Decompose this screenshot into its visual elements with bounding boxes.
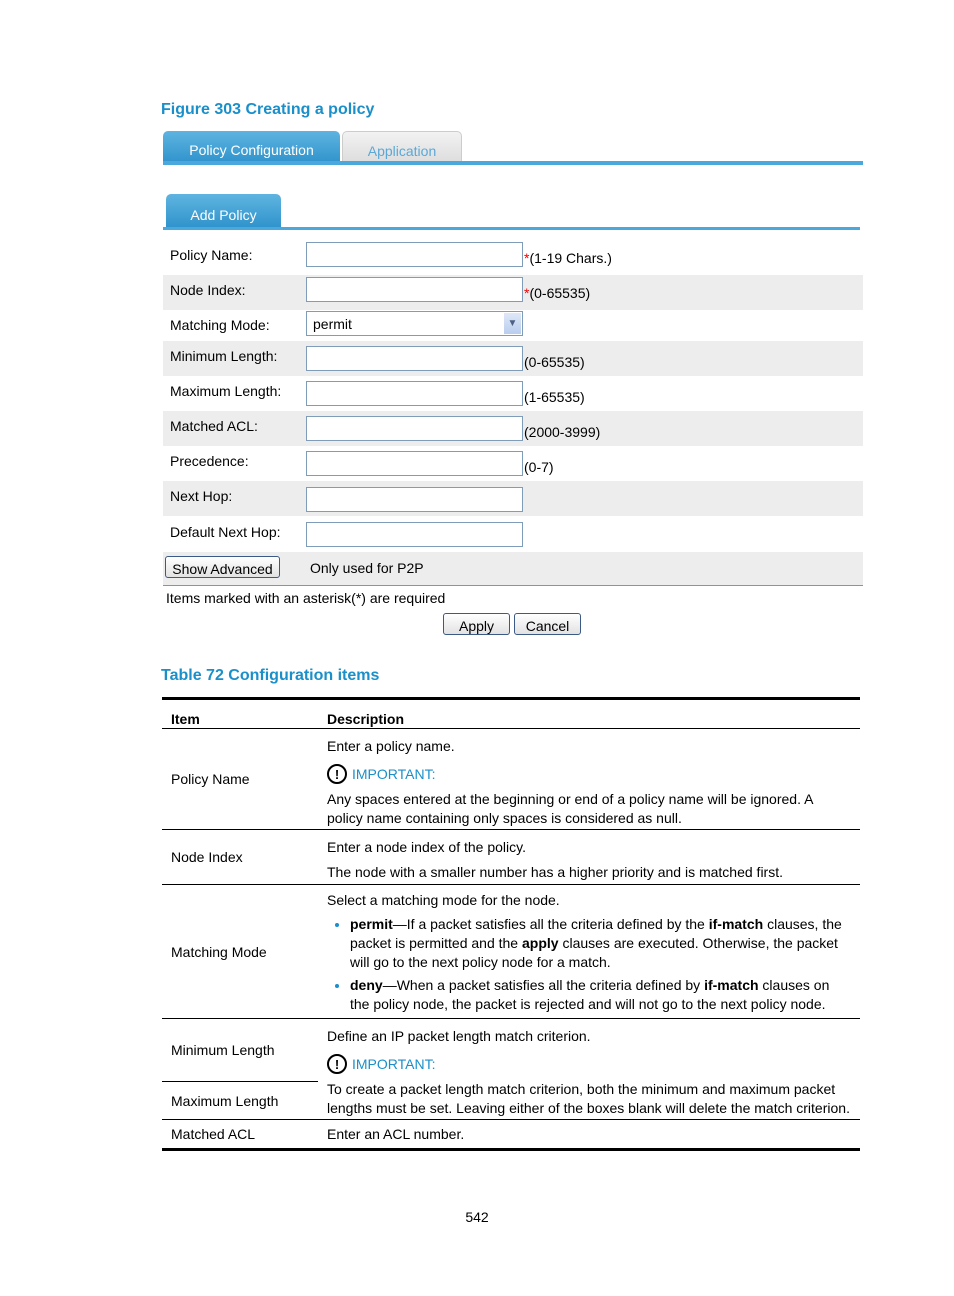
description-cell: Select a matching mode for the node. per… <box>318 884 860 1019</box>
field-hint: (1-65535) <box>524 389 585 405</box>
maximum-length-input[interactable] <box>306 381 523 406</box>
p2p-note: Only used for P2P <box>310 560 424 576</box>
figure-caption: Figure 303 Creating a policy <box>161 101 375 118</box>
document-page: Figure 303 Creating a policy Policy Conf… <box>0 0 954 1296</box>
table-row: Policy Name Enter a policy name. ! IMPORT… <box>162 728 860 830</box>
subtab-add-policy[interactable]: Add Policy <box>166 194 281 228</box>
field-label: Minimum Length: <box>170 348 278 364</box>
field-label: Matching Mode: <box>170 317 270 333</box>
field-hint: *(0-65535) <box>524 285 591 301</box>
cancel-button[interactable]: Cancel <box>514 613 581 635</box>
form-row-policy-name: Policy Name: *(1-19 Chars.) <box>163 240 863 275</box>
item-cell: Node Index <box>162 829 318 885</box>
field-hint: (0-65535) <box>524 354 585 370</box>
description-cell: Define an IP packet length match criteri… <box>318 1018 860 1120</box>
tab-policy-configuration[interactable]: Policy Configuration <box>163 131 340 163</box>
field-label: Precedence: <box>170 453 249 469</box>
matched-acl-input[interactable] <box>306 416 523 441</box>
field-label: Next Hop: <box>170 488 233 504</box>
item-cell: Minimum Length <box>162 1018 318 1082</box>
table-row: Minimum Length Define an IP packet lengt… <box>162 1018 860 1120</box>
item-cell: Matching Mode <box>162 884 318 1019</box>
required-note: Items marked with an asterisk(*) are req… <box>166 590 446 606</box>
field-label: Policy Name: <box>170 247 253 263</box>
field-label: Maximum Length: <box>170 383 282 399</box>
matching-mode-select[interactable]: permit ▼ <box>306 311 523 336</box>
item-cell: Maximum Length <box>162 1081 318 1120</box>
table-header-row: Item Description <box>162 697 860 729</box>
field-hint: (0-7) <box>524 459 554 475</box>
tab-application[interactable]: Application <box>342 131 462 164</box>
show-advanced-button[interactable]: Show Advanced <box>165 556 280 578</box>
form-row-minimum-length: Minimum Length: (0-65535) <box>163 341 863 376</box>
column-header-description: Description <box>318 697 860 729</box>
field-hint: (2000-3999) <box>524 424 601 440</box>
table-row: Matching Mode Select a matching mode for… <box>162 884 860 1019</box>
form-row-default-next-hop: Default Next Hop: <box>163 517 863 552</box>
tab-underline <box>163 161 863 165</box>
item-cell: Policy Name <box>162 728 318 830</box>
important-note: ! IMPORTANT: <box>327 764 851 784</box>
field-label: Node Index: <box>170 282 246 298</box>
precedence-input[interactable] <box>306 451 523 476</box>
minimum-length-input[interactable] <box>306 346 523 371</box>
field-label: Matched ACL: <box>170 418 258 434</box>
default-next-hop-input[interactable] <box>306 522 523 547</box>
description-cell: Enter a node index of the policy. The no… <box>318 829 860 885</box>
column-header-item: Item <box>162 697 318 729</box>
form-row-matching-mode: Matching Mode: permit ▼ <box>163 306 863 341</box>
table-row: Matched ACL Enter an ACL number. <box>162 1119 860 1151</box>
chevron-down-icon[interactable]: ▼ <box>504 313 521 334</box>
form-row-precedence: Precedence: (0-7) <box>163 446 863 481</box>
configuration-items-table: Item Description Policy Name Enter a pol… <box>162 697 860 1151</box>
description-cell: Enter a policy name. ! IMPORTANT: Any spa… <box>318 728 860 830</box>
field-hint: *(1-19 Chars.) <box>524 250 612 266</box>
table-row: Node Index Enter a node index of the pol… <box>162 829 860 885</box>
list-item: deny—When a packet satisfies all the cri… <box>350 976 851 1014</box>
subtab-underline <box>163 227 860 230</box>
policy-name-input[interactable] <box>306 242 523 267</box>
page-number: 542 <box>465 1209 489 1225</box>
form-row-matched-acl: Matched ACL: (2000-3999) <box>163 411 863 446</box>
node-index-input[interactable] <box>306 277 523 302</box>
form-row-maximum-length: Maximum Length: (1-65535) <box>163 376 863 411</box>
next-hop-input[interactable] <box>306 487 523 512</box>
exclamation-icon: ! <box>327 1054 347 1074</box>
form-row-next-hop: Next Hop: <box>163 481 863 516</box>
field-label: Default Next Hop: <box>170 524 281 540</box>
apply-button[interactable]: Apply <box>443 613 510 635</box>
form-row-node-index: Node Index: *(0-65535) <box>163 275 863 310</box>
description-cell: Enter an ACL number. <box>318 1119 860 1151</box>
table-caption: Table 72 Configuration items <box>161 667 380 684</box>
important-note: ! IMPORTANT: <box>327 1054 851 1074</box>
form-row-advanced: Show Advanced Only used for P2P <box>163 552 863 586</box>
item-cell: Matched ACL <box>162 1119 318 1151</box>
list-item: permit—If a packet satisfies all the cri… <box>350 915 851 972</box>
exclamation-icon: ! <box>327 764 347 784</box>
